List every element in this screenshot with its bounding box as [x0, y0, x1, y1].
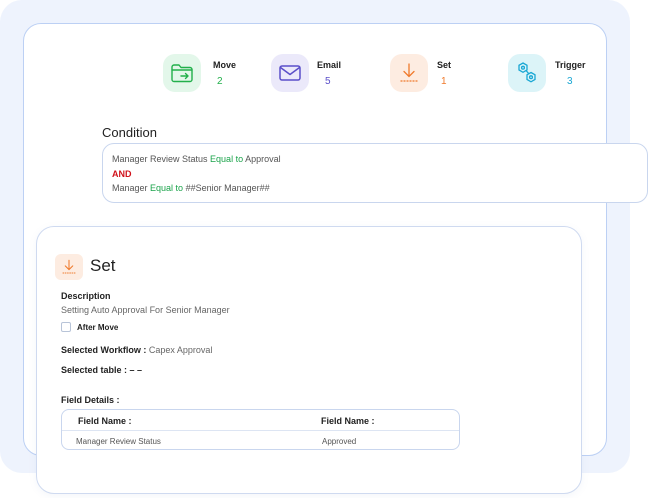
- download-arrow-icon: [55, 254, 83, 280]
- condition-line-2: Manager Equal to ##Senior Manager##: [112, 183, 270, 193]
- condition-field: Manager: [112, 183, 151, 193]
- after-move-checkbox[interactable]: [61, 322, 71, 332]
- table-header-field-name: Field Name :: [78, 416, 132, 426]
- description-label: Description: [61, 291, 111, 301]
- envelope-icon: [271, 54, 309, 92]
- condition-line-1: Manager Review Status Equal to Approval: [112, 154, 281, 164]
- condition-box[interactable]: Manager Review Status Equal to Approval …: [102, 143, 648, 203]
- download-arrow-icon: [390, 54, 428, 92]
- set-action-card: Set Description Setting Auto Approval Fo…: [36, 226, 582, 494]
- condition-value: Approval: [243, 154, 281, 164]
- selected-table-value: – –: [129, 365, 143, 375]
- condition-field: Manager Review Status: [112, 154, 211, 164]
- action-trigger[interactable]: Trigger 3: [508, 54, 608, 94]
- field-details-table: Field Name : Field Name : Manager Review…: [61, 409, 460, 450]
- action-set-count: 1: [441, 76, 447, 87]
- condition-value: ##Senior Manager##: [183, 183, 270, 193]
- selected-workflow: Selected Workflow : Capex Approval: [61, 345, 212, 355]
- hexagon-nodes-icon: [508, 54, 546, 92]
- condition-operator: Equal to: [210, 154, 244, 164]
- action-move-count: 2: [217, 76, 223, 87]
- action-set[interactable]: Set 1: [390, 54, 490, 94]
- selected-table-label: Selected table :: [61, 365, 130, 375]
- condition-operator: Equal to: [150, 183, 184, 193]
- after-move-label: After Move: [77, 323, 119, 332]
- action-set-label: Set: [437, 60, 452, 70]
- action-email-label: Email: [317, 60, 342, 70]
- action-trigger-label: Trigger: [555, 60, 586, 70]
- action-trigger-count: 3: [567, 76, 573, 87]
- action-move[interactable]: Move 2: [163, 54, 263, 94]
- description-value: Setting Auto Approval For Senior Manager: [61, 305, 230, 315]
- table-cell: Approved: [322, 437, 357, 446]
- action-email-count: 5: [325, 76, 331, 87]
- table-cell: Manager Review Status: [76, 437, 161, 446]
- selected-table: Selected table : – –: [61, 365, 142, 375]
- action-move-label: Move: [213, 60, 237, 70]
- table-header-field-name: Field Name :: [321, 416, 375, 426]
- folder-move-icon: [163, 54, 201, 92]
- condition-joiner: AND: [112, 169, 132, 179]
- selected-workflow-value: Capex Approval: [148, 345, 213, 355]
- field-details-label: Field Details :: [61, 395, 120, 405]
- selected-workflow-label: Selected Workflow :: [61, 345, 149, 355]
- action-email[interactable]: Email 5: [271, 54, 371, 94]
- set-panel-title: Set: [90, 256, 116, 275]
- table-divider: [62, 430, 459, 431]
- condition-title: Condition: [102, 125, 157, 140]
